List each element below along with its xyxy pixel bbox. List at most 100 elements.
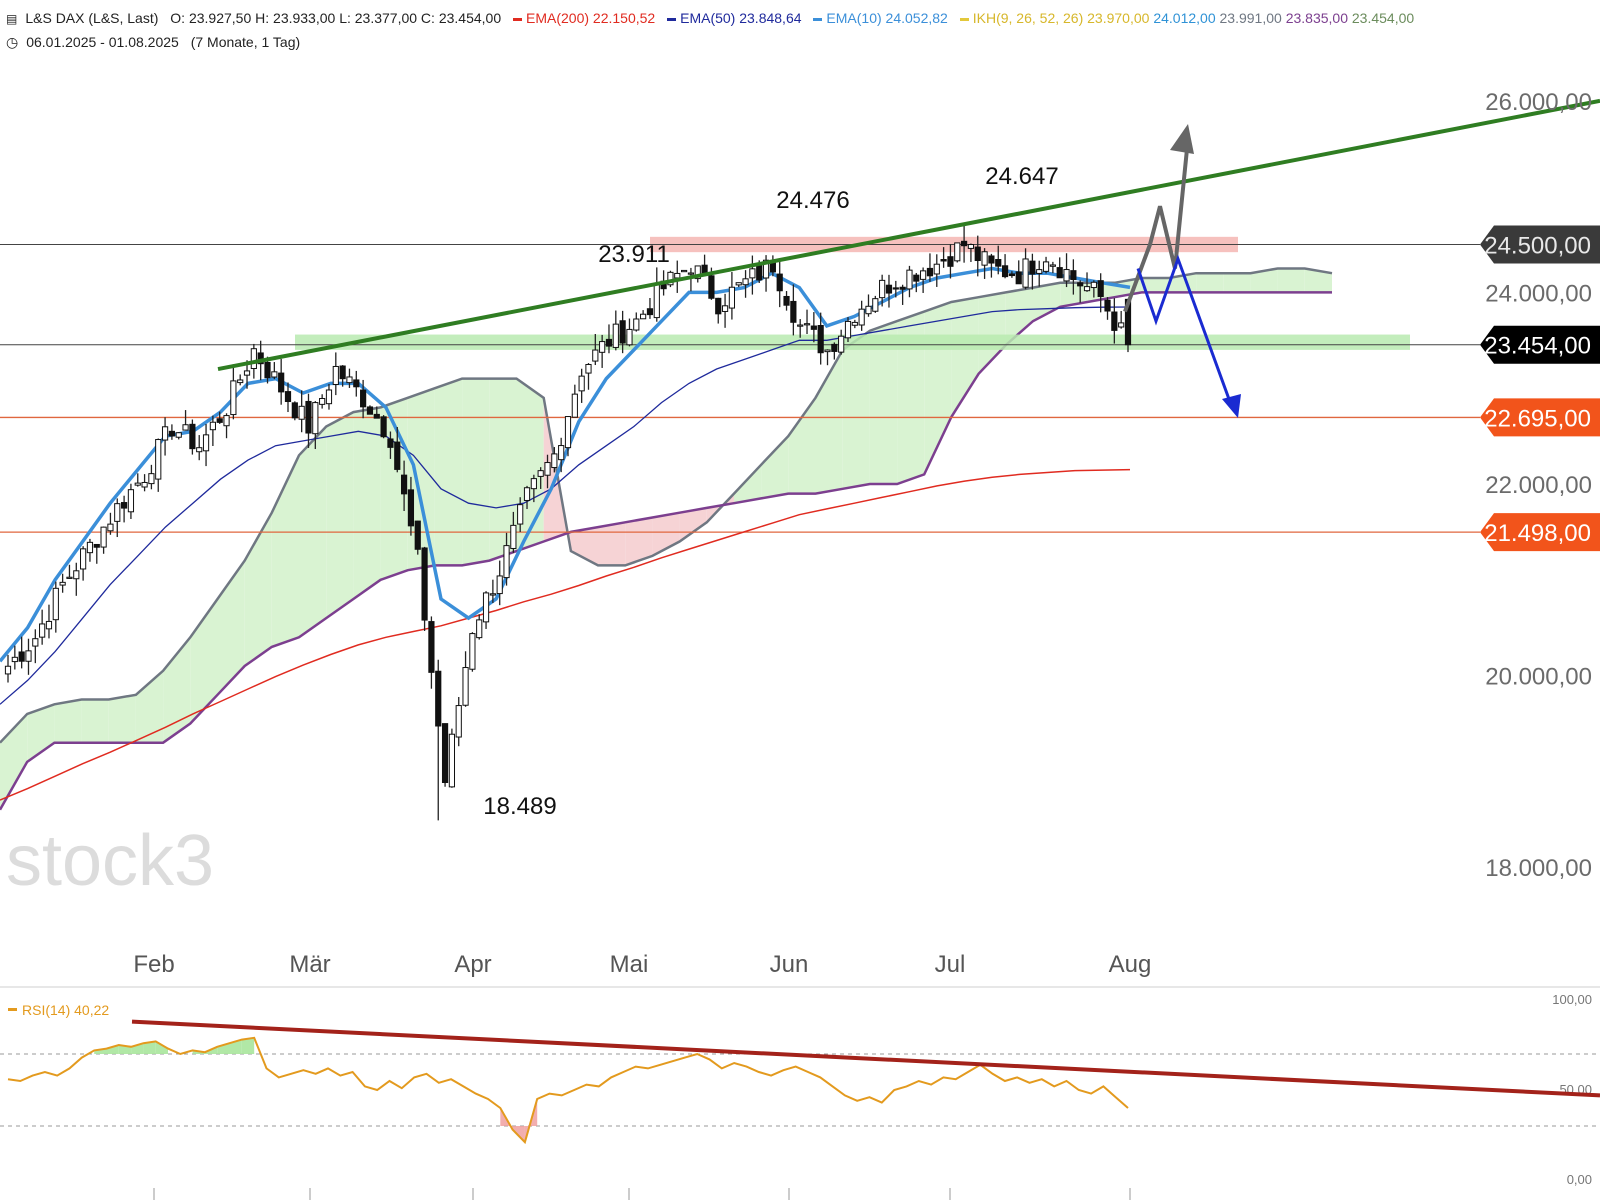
cloud-segment (353, 407, 381, 599)
price-labels: 24.500,00 23.454,00 22.695,00 21.498,00 (1480, 225, 1600, 552)
candle-up (1083, 286, 1091, 292)
y-tick-label: 22.000,00 (1485, 472, 1592, 499)
candle-down (400, 474, 408, 495)
candle-up (865, 305, 872, 315)
candle-up (161, 426, 169, 441)
candle-down (407, 489, 415, 527)
candle-up (879, 279, 886, 299)
candle-down (947, 256, 954, 267)
candle-down (940, 259, 947, 262)
rsi-panel[interactable]: 0,0050,00100,00RSI(14) 40,22 (0, 992, 1600, 1187)
candle-up (920, 270, 927, 280)
price-tag-text: 21.498,00 (1484, 520, 1591, 547)
candle-up (858, 308, 865, 326)
candle-down (216, 418, 223, 423)
candle-up (585, 364, 592, 374)
candle-down (360, 389, 367, 408)
candle-up (851, 321, 858, 326)
candle-up (4, 665, 12, 675)
support-zone (295, 334, 1410, 350)
candle-up (680, 269, 688, 273)
candle-down (646, 308, 654, 316)
projection-up-arrowhead (1170, 124, 1194, 154)
candle-up (448, 733, 456, 788)
chart-canvas[interactable]: stock3 23.911 24.476 24.647 18.489 18.000,0… (0, 0, 1600, 1200)
candle-down (1104, 299, 1111, 312)
candle-down (619, 320, 626, 344)
candle-up (551, 453, 558, 469)
rsi-legend-label: RSI(14) 40,22 (22, 1002, 109, 1018)
cloud-segment (761, 436, 789, 499)
candle-up (243, 370, 251, 376)
price-axis[interactable]: 18.000,00 20.000,00 22.000,00 24.000,00 26.0… (1485, 89, 1592, 882)
candle-up (223, 415, 230, 427)
cloud-segment (842, 330, 870, 489)
candle-up (298, 405, 305, 420)
price-tag-text: 23.454,00 (1484, 333, 1591, 360)
candle-down (278, 372, 285, 393)
candle-down (291, 402, 298, 419)
candle-up (558, 445, 565, 461)
candle-up (237, 379, 244, 384)
candle-down (988, 255, 995, 264)
month-Mai: Mai (610, 951, 649, 978)
candle-up (312, 402, 319, 435)
ikh-span-b (0, 291, 1332, 811)
candle-up (325, 389, 333, 405)
candle-up (523, 487, 531, 501)
candle-up (844, 320, 852, 339)
candle-down (715, 297, 722, 315)
candle-up (599, 341, 606, 353)
candle-up (503, 545, 510, 579)
cloud-segment (108, 694, 136, 743)
candle-up (530, 478, 537, 490)
candle-up (592, 349, 599, 362)
month-Aug: Aug (1109, 951, 1152, 978)
candle-down (1029, 260, 1036, 275)
candle-down (1077, 282, 1084, 287)
candle-up (1063, 269, 1070, 282)
candle-down (810, 325, 817, 330)
candle-up (319, 398, 326, 405)
month-Apr: Apr (454, 951, 491, 978)
candle-down (1097, 280, 1104, 297)
candle-down (899, 286, 906, 290)
candle-up (537, 470, 544, 477)
candle-up (134, 482, 141, 486)
candle-down (435, 670, 442, 727)
cloud-segment (978, 292, 1006, 374)
candle-up (612, 323, 619, 348)
y-tick-label: 24.000,00 (1485, 280, 1592, 307)
candle-down (264, 361, 271, 379)
candle-up (967, 244, 975, 249)
candle-down (892, 287, 899, 290)
candle-down (831, 343, 838, 352)
candle-down (974, 246, 981, 262)
candle-up (797, 324, 804, 327)
candle-up (933, 263, 940, 275)
annotation-23911: 23.911 (598, 241, 670, 268)
month-Jul: Jul (935, 951, 966, 978)
candle-up (496, 575, 503, 595)
candle-up (1042, 261, 1050, 272)
month-Feb: Feb (133, 951, 174, 978)
candle-down (414, 520, 421, 550)
month-Jun: Jun (770, 951, 809, 978)
candle-down (995, 259, 1002, 267)
y-tick-label: 20.000,00 (1485, 664, 1592, 691)
candle-down (885, 284, 893, 294)
annotation-18489: 18.489 (483, 793, 556, 820)
candle-down (605, 338, 613, 347)
candle-down (783, 295, 790, 306)
rsi-tick-label: 0,00 (1567, 1172, 1592, 1187)
candle-down (913, 274, 920, 282)
candle-up (66, 576, 73, 579)
candle-up (728, 286, 736, 309)
candle-up (626, 328, 633, 346)
month-Mär: Mär (289, 951, 330, 978)
candle-down (339, 365, 346, 380)
candle-down (1070, 270, 1077, 281)
candle-down (373, 413, 380, 419)
candle-up (742, 278, 749, 286)
candle-up (578, 375, 585, 392)
